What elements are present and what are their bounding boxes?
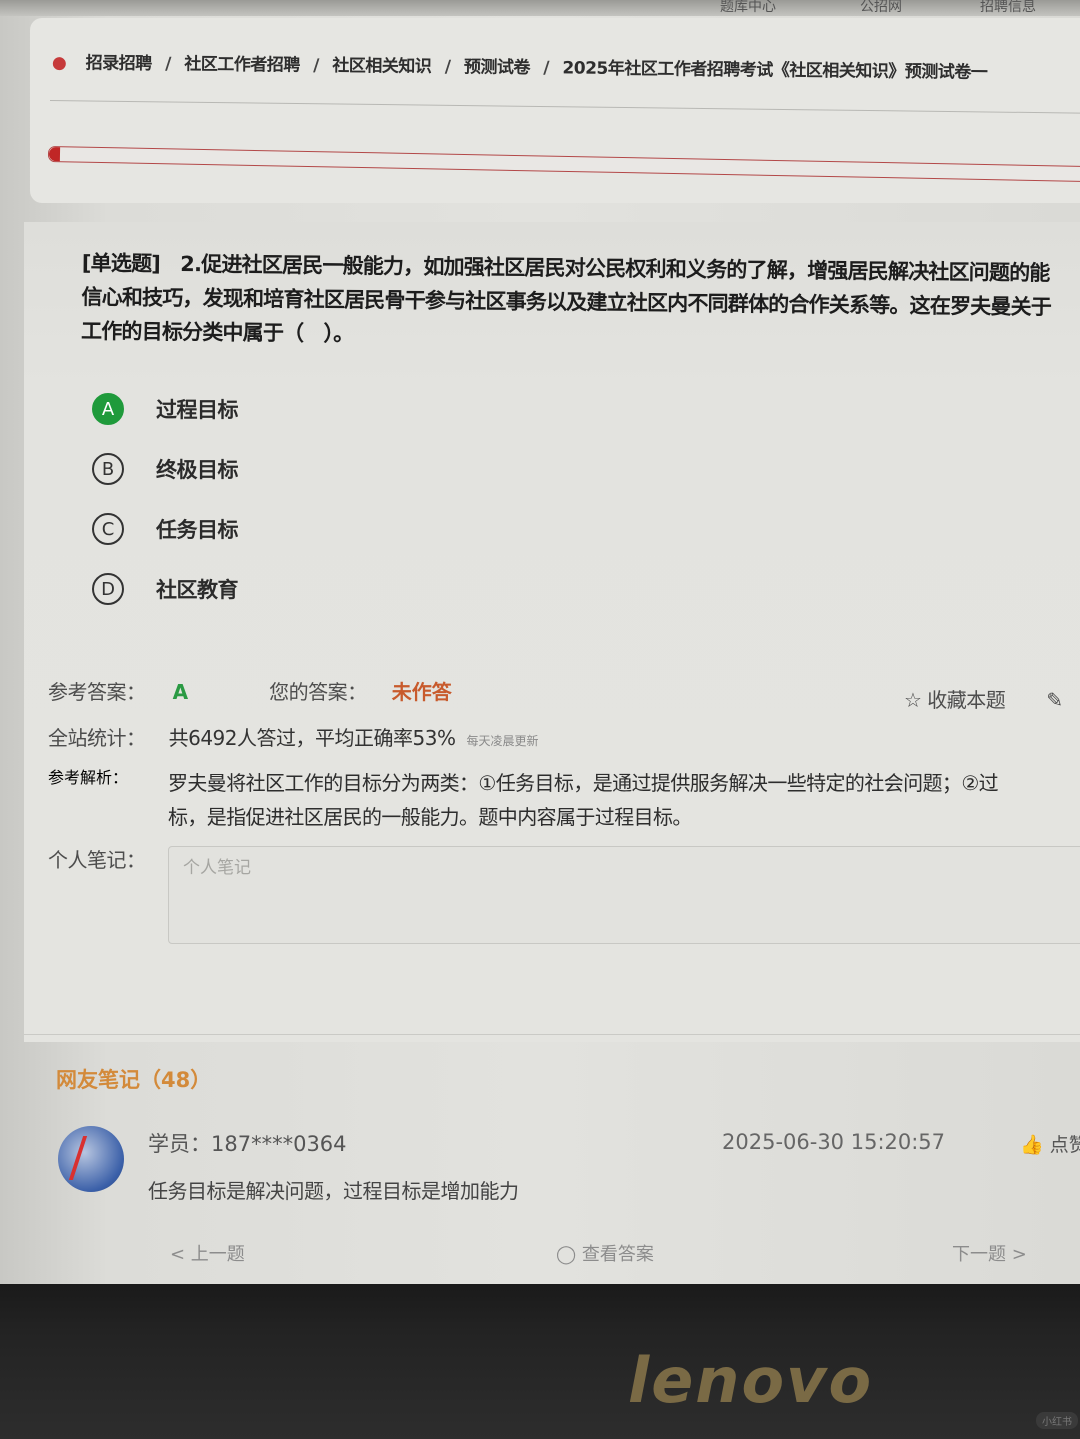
top-nav-bar: 题库中心 公招网 招聘信息 <box>0 0 1080 16</box>
comment-user: 学员：187****0364 <box>148 1132 347 1156</box>
watermark: 小红书 <box>1036 1412 1078 1429</box>
option-letter-badge: C <box>92 513 124 545</box>
question-stem: [单选题] 2.促进社区居民一般能力，如加强社区居民对公民权利和义务的了解，增强… <box>81 246 1080 358</box>
monitor-screen: 题库中心 公招网 招聘信息 ● 招录招聘 / 社区工作者招聘 / 社区相关知识 … <box>0 0 1080 1290</box>
avatar <box>58 1126 124 1192</box>
note-label: 个人笔记： <box>48 848 146 872</box>
like-label: 点赞 <box>1049 1134 1080 1156</box>
stats-update-note: 每天凌晨更新 <box>466 734 539 748</box>
option-label: 社区教育 <box>156 578 239 602</box>
option-label: 终极目标 <box>156 458 239 482</box>
photo-frame: 题库中心 公招网 招聘信息 ● 招录招聘 / 社区工作者招聘 / 社区相关知识 … <box>0 0 1080 1439</box>
option-letter-badge: A <box>92 393 124 425</box>
favorite-label: ☆ 收藏本题 <box>904 688 1006 712</box>
explanation-line: 标，是指促进社区居民的一般能力。题中内容属于过程目标。 <box>168 805 692 829</box>
stats-label: 全站统计： <box>48 726 146 750</box>
edit-icon[interactable]: ✎ <box>1046 688 1063 712</box>
option-a[interactable]: A 过程目标 <box>92 389 239 429</box>
comments-title: 网友笔记（48） <box>56 1068 212 1092</box>
personal-note-input[interactable]: 个人笔记 <box>168 846 1080 944</box>
prev-question-button[interactable]: < 上一题 <box>170 1240 245 1266</box>
option-label: 过程目标 <box>156 398 239 422</box>
your-answer-value: 未作答 <box>391 680 452 704</box>
divider-line <box>24 1034 1080 1035</box>
breadcrumb-item[interactable]: 社区相关知识 <box>332 56 431 77</box>
progress-bar-fill <box>48 147 60 162</box>
breadcrumb-item[interactable]: 招录招聘 <box>86 53 152 74</box>
your-answer-label: 您的答案： <box>269 680 367 704</box>
location-pin-icon: ● <box>51 53 67 74</box>
breadcrumb-separator: / <box>543 58 550 79</box>
breadcrumb-separator: / <box>444 57 451 78</box>
option-label: 任务目标 <box>156 518 239 542</box>
top-nav-item[interactable]: 公招网 <box>860 0 902 16</box>
favorite-button[interactable]: ☆ 收藏本题 ✎ <box>904 684 1063 713</box>
laptop-bezel <box>0 1284 1080 1439</box>
top-nav-item[interactable]: 招聘信息 <box>980 0 1036 16</box>
comment-date: 2025-06-30 15:20:57 <box>722 1130 946 1154</box>
lenovo-logo: lenovo <box>628 1344 874 1417</box>
like-button[interactable]: 👍 点赞 <box>1020 1130 1080 1157</box>
reference-answer-label: 参考答案： <box>48 680 146 704</box>
option-letter-badge: B <box>92 453 124 485</box>
stats-row: 全站统计： 共6492人答过，平均正确率53% 每天凌晨更新 <box>48 722 539 751</box>
option-letter-badge: D <box>92 573 124 605</box>
option-d[interactable]: D 社区教育 <box>92 569 239 609</box>
thumbs-up-icon: 👍 <box>1020 1134 1044 1156</box>
stats-value: 共6492人答过，平均正确率53% <box>168 726 456 750</box>
comment-text: 任务目标是解决问题，过程目标是增加能力 <box>148 1179 519 1203</box>
breadcrumb-item[interactable]: 社区工作者招聘 <box>184 54 300 75</box>
answer-row: 参考答案： A 您的答案： 未作答 <box>48 676 452 705</box>
top-nav-item[interactable]: 题库中心 <box>720 0 776 16</box>
reference-answer-value: A <box>172 680 189 704</box>
option-c[interactable]: C 任务目标 <box>92 509 239 549</box>
explanation-label: 参考解析： <box>48 768 129 787</box>
breadcrumb-item[interactable]: 预测试卷 <box>464 57 530 78</box>
breadcrumb-separator: / <box>165 54 171 75</box>
note-placeholder: 个人笔记 <box>183 858 251 878</box>
view-answer-button[interactable]: ◯ 查看答案 <box>556 1240 654 1266</box>
explanation-line: 罗夫曼将社区工作的目标分为两类：①任务目标，是通过提供服务解决一些特定的社会问题… <box>168 771 999 795</box>
next-question-button[interactable]: 下一题 > <box>952 1240 1027 1266</box>
breadcrumb-separator: / <box>313 55 320 76</box>
explanation-text: 罗夫曼将社区工作的目标分为两类：①任务目标，是通过提供服务解决一些特定的社会问题… <box>168 766 999 834</box>
option-b[interactable]: B 终极目标 <box>92 449 239 489</box>
avatar-mark <box>68 1136 116 1180</box>
